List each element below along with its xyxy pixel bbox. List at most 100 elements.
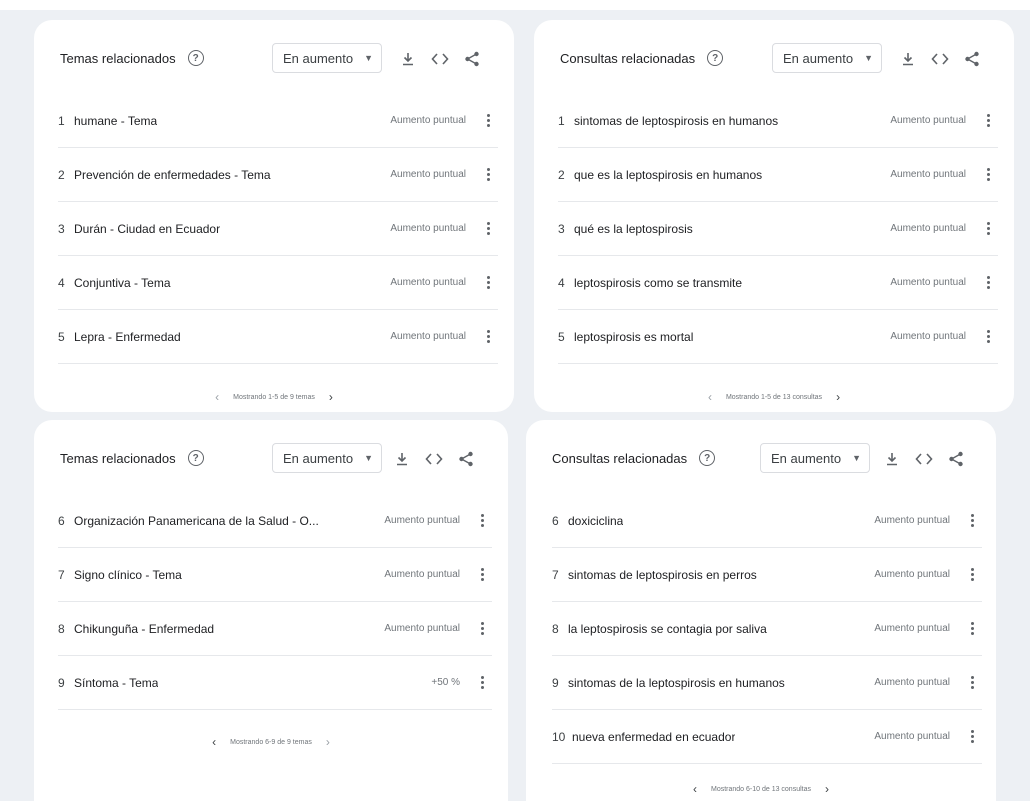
list-item-label[interactable]: doxiciclina (568, 514, 623, 528)
sort-select[interactable]: En aumento ▼ (760, 443, 870, 473)
list-item-value: Aumento puntual (874, 515, 950, 526)
help-icon[interactable]: ? (707, 50, 724, 66)
list-item[interactable]: 8 Chikunguña - Enfermedad Aumento puntua… (58, 602, 492, 656)
list-item[interactable]: 6 Organización Panamericana de la Salud … (58, 494, 492, 548)
more-vert-icon[interactable] (486, 114, 490, 127)
chevron-left-icon[interactable]: ‹ (215, 390, 219, 404)
help-icon[interactable]: ? (187, 450, 204, 466)
more-vert-icon[interactable] (480, 514, 484, 527)
list-item[interactable]: 6 doxiciclina Aumento puntual (552, 494, 982, 548)
more-vert-icon[interactable] (986, 168, 990, 181)
download-icon[interactable] (882, 450, 902, 468)
more-vert-icon[interactable] (486, 168, 490, 181)
list-item-label[interactable]: sintomas de leptospirosis en perros (568, 568, 757, 582)
help-icon[interactable]: ? (699, 450, 716, 466)
list-item-value: Aumento puntual (390, 115, 466, 126)
list-item[interactable]: 5 leptospirosis es mortal Aumento puntua… (558, 310, 998, 364)
download-icon[interactable] (398, 50, 418, 68)
pagination: ‹ Mostrando 6-9 de 9 temas › (34, 735, 508, 749)
embed-code-icon[interactable] (430, 50, 450, 68)
list-item[interactable]: 1 sintomas de leptospirosis en humanos A… (558, 94, 998, 148)
embed-code-icon[interactable] (914, 450, 934, 468)
list-item[interactable]: 7 sintomas de leptospirosis en perros Au… (552, 548, 982, 602)
embed-code-icon[interactable] (424, 450, 444, 468)
list-item-value: Aumento puntual (384, 623, 460, 634)
list-item-label[interactable]: qué es la leptospirosis (574, 222, 693, 236)
sort-select-value: En aumento (283, 450, 354, 466)
list-item-label[interactable]: Síntoma - Tema (74, 676, 158, 690)
list-item[interactable]: 1 humane - Tema Aumento puntual (58, 94, 498, 148)
more-vert-icon[interactable] (970, 622, 974, 635)
list-item-label[interactable]: Signo clínico - Tema (74, 568, 182, 582)
share-icon[interactable] (456, 450, 476, 468)
list-item-label[interactable]: Prevención de enfermedades - Tema (74, 168, 271, 182)
download-icon[interactable] (898, 50, 918, 68)
list-item[interactable]: 7 Signo clínico - Tema Aumento puntual (58, 548, 492, 602)
embed-code-icon[interactable] (930, 50, 950, 68)
more-vert-icon[interactable] (986, 276, 990, 289)
more-vert-icon[interactable] (970, 730, 974, 743)
list-item[interactable]: 3 qué es la leptospirosis Aumento puntua… (558, 202, 998, 256)
related-topics-card-page2: Temas relacionados ? En aumento ▼ 6 Orga… (34, 420, 508, 801)
list-item[interactable]: 5 Lepra - Enfermedad Aumento puntual (58, 310, 498, 364)
list-item-label[interactable]: Lepra - Enfermedad (74, 330, 181, 344)
list-item[interactable]: 4 Conjuntiva - Tema Aumento puntual (58, 256, 498, 310)
list-item[interactable]: 10 nueva enfermedad en ecuador Aumento p… (552, 710, 982, 764)
list-item-value: Aumento puntual (874, 623, 950, 634)
more-vert-icon[interactable] (970, 514, 974, 527)
list-item-label[interactable]: leptospirosis es mortal (574, 330, 693, 344)
share-icon[interactable] (962, 50, 982, 68)
list-item-index: 8 (58, 621, 65, 636)
download-icon[interactable] (392, 450, 412, 468)
share-icon[interactable] (946, 450, 966, 468)
help-icon[interactable]: ? (187, 50, 204, 66)
list-item[interactable]: 9 Síntoma - Tema +50 % (58, 656, 492, 710)
list-item-label[interactable]: la leptospirosis se contagia por saliva (568, 622, 767, 636)
list-item-label[interactable]: Conjuntiva - Tema (74, 276, 171, 290)
chevron-right-icon[interactable]: › (825, 782, 829, 796)
more-vert-icon[interactable] (970, 676, 974, 689)
list-item-label[interactable]: leptospirosis como se transmite (574, 276, 742, 290)
caret-down-icon: ▼ (864, 53, 873, 63)
chevron-left-icon[interactable]: ‹ (693, 782, 697, 796)
list-item-label[interactable]: sintomas de la leptospirosis en humanos (568, 676, 785, 690)
sort-select[interactable]: En aumento ▼ (772, 43, 882, 73)
more-vert-icon[interactable] (480, 622, 484, 635)
list-item-label[interactable]: Organización Panamericana de la Salud - … (74, 514, 319, 528)
chevron-left-icon[interactable]: ‹ (708, 390, 712, 404)
list-item[interactable]: 2 Prevención de enfermedades - Tema Aume… (58, 148, 498, 202)
more-vert-icon[interactable] (970, 568, 974, 581)
top-strip (0, 0, 1030, 10)
list-item-index: 9 (552, 675, 559, 690)
more-vert-icon[interactable] (486, 222, 490, 235)
chevron-right-icon[interactable]: › (326, 735, 330, 749)
list-item-label[interactable]: que es la leptospirosis en humanos (574, 168, 762, 182)
pagination: ‹ Mostrando 1-5 de 9 temas › (34, 390, 514, 404)
list-item-index: 1 (558, 113, 565, 128)
sort-select[interactable]: En aumento ▼ (272, 43, 382, 73)
more-vert-icon[interactable] (986, 330, 990, 343)
list-item[interactable]: 8 la leptospirosis se contagia por saliv… (552, 602, 982, 656)
more-vert-icon[interactable] (486, 276, 490, 289)
list-item-label[interactable]: Durán - Ciudad en Ecuador (74, 222, 220, 236)
related-queries-card-page2: Consultas relacionadas ? En aumento ▼ 6 … (526, 420, 996, 801)
chevron-right-icon[interactable]: › (836, 390, 840, 404)
sort-select[interactable]: En aumento ▼ (272, 443, 382, 473)
more-vert-icon[interactable] (480, 568, 484, 581)
more-vert-icon[interactable] (986, 222, 990, 235)
more-vert-icon[interactable] (486, 330, 490, 343)
more-vert-icon[interactable] (480, 676, 484, 689)
list-item-label[interactable]: nueva enfermedad en ecuador (572, 730, 735, 744)
more-vert-icon[interactable] (986, 114, 990, 127)
list-item-label[interactable]: humane - Tema (74, 114, 157, 128)
sort-select-value: En aumento (771, 450, 842, 466)
list-item-label[interactable]: sintomas de leptospirosis en humanos (574, 114, 778, 128)
list-item-label[interactable]: Chikunguña - Enfermedad (74, 622, 214, 636)
list-item[interactable]: 3 Durán - Ciudad en Ecuador Aumento punt… (58, 202, 498, 256)
list-item[interactable]: 9 sintomas de la leptospirosis en humano… (552, 656, 982, 710)
chevron-right-icon[interactable]: › (329, 390, 333, 404)
list-item[interactable]: 4 leptospirosis como se transmite Aument… (558, 256, 998, 310)
share-icon[interactable] (462, 50, 482, 68)
chevron-left-icon[interactable]: ‹ (212, 735, 216, 749)
list-item[interactable]: 2 que es la leptospirosis en humanos Aum… (558, 148, 998, 202)
